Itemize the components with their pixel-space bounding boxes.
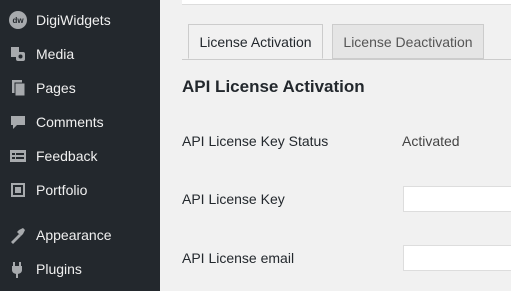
sidebar-item-media[interactable]: Media bbox=[0, 37, 160, 71]
sidebar-item-label: Appearance bbox=[36, 227, 112, 243]
sidebar-item-label: Pages bbox=[36, 80, 76, 96]
sidebar-item-portfolio[interactable]: Portfolio bbox=[0, 173, 160, 207]
status-label: API License Key Status bbox=[182, 133, 329, 149]
svg-text:dw: dw bbox=[12, 16, 24, 25]
sidebar-item-label: Feedback bbox=[36, 148, 98, 164]
license-email-input[interactable] bbox=[403, 245, 511, 271]
appearance-icon bbox=[8, 225, 28, 245]
sidebar-item-label: Plugins bbox=[36, 261, 82, 277]
pages-icon bbox=[8, 78, 28, 98]
tab-license-activation[interactable]: License Activation bbox=[188, 24, 323, 59]
main-content: License Activation License Deactivation … bbox=[160, 0, 511, 291]
sidebar-item-label: Portfolio bbox=[36, 182, 88, 198]
tab-label: License Deactivation bbox=[343, 33, 473, 50]
sidebar-item-digiwidgets[interactable]: dw DigiWidgets bbox=[0, 3, 160, 37]
tab-license-deactivation[interactable]: License Deactivation bbox=[332, 24, 484, 59]
sidebar-item-label: DigiWidgets bbox=[36, 12, 111, 28]
sidebar-item-pages[interactable]: Pages bbox=[0, 71, 160, 105]
sidebar-item-feedback[interactable]: Feedback bbox=[0, 139, 160, 173]
tab-bar: License Activation License Deactivation bbox=[160, 0, 511, 60]
dw-logo-icon: dw bbox=[8, 10, 28, 30]
sidebar-item-label: Media bbox=[36, 46, 75, 62]
license-key-label: API License Key bbox=[182, 191, 285, 207]
tab-bar-border bbox=[182, 59, 511, 60]
status-value: Activated bbox=[402, 133, 460, 149]
admin-sidebar: dw DigiWidgets Media Pages Comments Feed… bbox=[0, 0, 160, 291]
sidebar-item-plugins[interactable]: Plugins bbox=[0, 252, 160, 286]
portfolio-icon bbox=[8, 180, 28, 200]
sidebar-item-appearance[interactable]: Appearance bbox=[0, 218, 160, 252]
comments-icon bbox=[8, 112, 28, 132]
media-icon bbox=[8, 44, 28, 64]
feedback-icon bbox=[8, 146, 28, 166]
license-key-input[interactable] bbox=[403, 186, 511, 212]
plugins-icon bbox=[8, 259, 28, 279]
sidebar-item-comments[interactable]: Comments bbox=[0, 105, 160, 139]
section-title: API License Activation bbox=[182, 77, 365, 96]
tab-label: License Activation bbox=[199, 33, 312, 50]
license-email-label: API License email bbox=[182, 250, 295, 266]
sidebar-item-label: Comments bbox=[36, 114, 104, 130]
